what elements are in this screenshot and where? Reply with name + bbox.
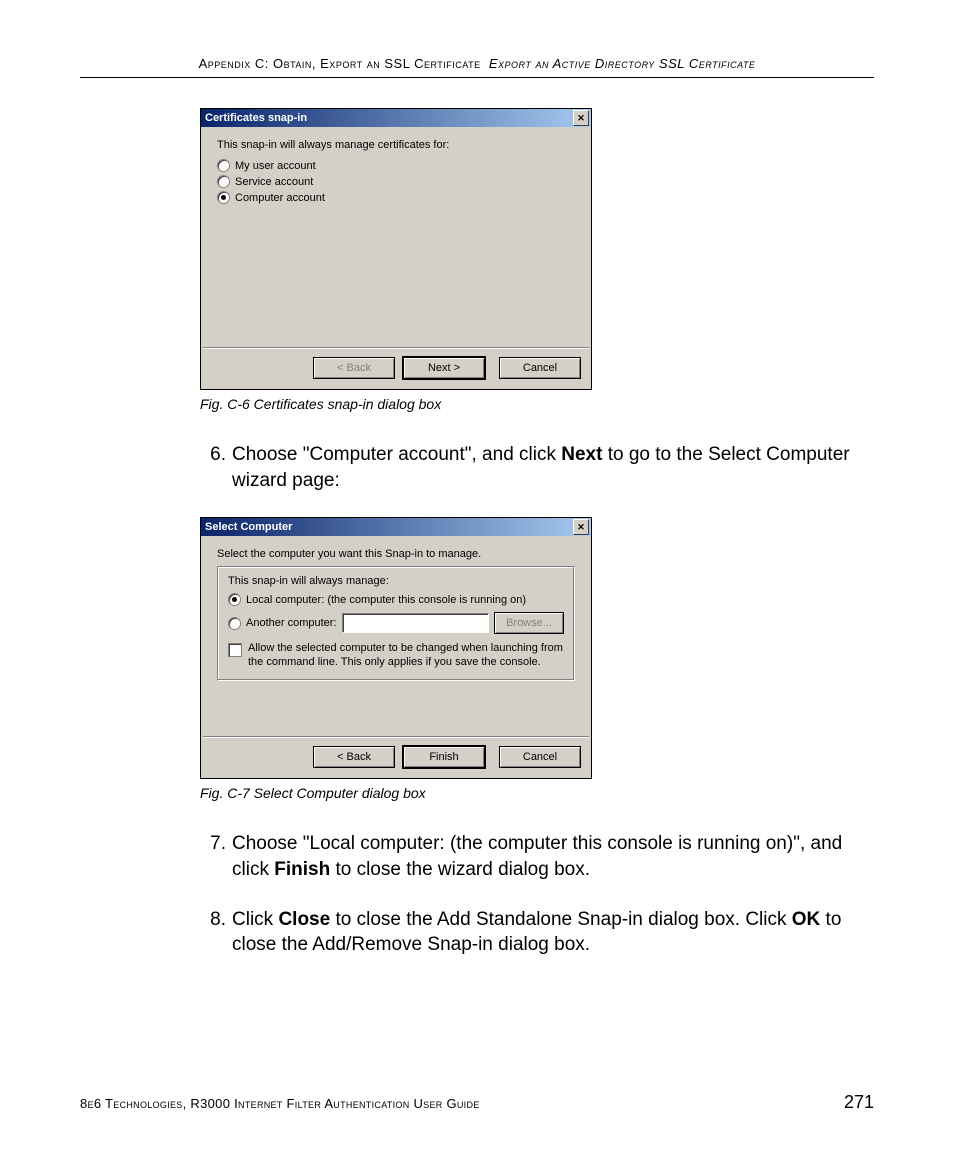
radio-icon bbox=[217, 191, 230, 204]
next-button[interactable]: Next > bbox=[403, 357, 485, 379]
radio-label: Another computer: bbox=[246, 617, 337, 629]
close-icon[interactable]: ✕ bbox=[573, 110, 589, 126]
radio-another-computer[interactable]: Another computer: Browse... bbox=[228, 612, 564, 634]
header-left: Appendix C: Obtain, Export an SSL Certif… bbox=[199, 56, 481, 71]
radio-icon bbox=[217, 175, 230, 188]
radio-my-user-account[interactable]: My user account bbox=[217, 159, 575, 172]
radio-icon bbox=[217, 159, 230, 172]
radio-label: My user account bbox=[235, 160, 316, 172]
close-icon[interactable]: ✕ bbox=[573, 519, 589, 535]
step-7: 7. Choose "Local computer: (the computer… bbox=[200, 831, 864, 882]
step-number: 7. bbox=[200, 831, 232, 882]
content-area: Certificates snap-in ✕ This snap-in will… bbox=[200, 108, 864, 958]
page-number: 271 bbox=[844, 1092, 874, 1113]
step-6-text: Choose "Computer account", and click Nex… bbox=[232, 442, 864, 493]
finish-button[interactable]: Finish bbox=[403, 746, 485, 768]
radio-label: Computer account bbox=[235, 192, 325, 204]
header-rule bbox=[80, 77, 874, 78]
checkbox-label: Allow the selected computer to be change… bbox=[248, 642, 564, 670]
back-button[interactable]: < Back bbox=[313, 746, 395, 768]
step-number: 6. bbox=[200, 442, 232, 493]
another-computer-input[interactable] bbox=[342, 613, 490, 633]
radio-label: Local computer: (the computer this conso… bbox=[246, 594, 526, 606]
dialog1-prompt: This snap-in will always manage certific… bbox=[217, 139, 575, 151]
figure-caption-c7: Fig. C-7 Select Computer dialog box bbox=[200, 785, 864, 801]
dialog1-titlebar: Certificates snap-in ✕ bbox=[201, 109, 591, 127]
page-footer: 8e6 Technologies, R3000 Internet Filter … bbox=[80, 1092, 874, 1113]
cancel-button[interactable]: Cancel bbox=[499, 357, 581, 379]
dialog2-buttons: < Back Finish Cancel bbox=[201, 738, 591, 778]
checkbox-icon bbox=[228, 643, 242, 657]
radio-icon bbox=[228, 617, 241, 630]
radio-service-account[interactable]: Service account bbox=[217, 175, 575, 188]
footer-left: 8e6 Technologies, R3000 Internet Filter … bbox=[80, 1096, 480, 1111]
header-right: Export an Active Directory SSL Certifica… bbox=[489, 56, 756, 71]
dialog1-title: Certificates snap-in bbox=[205, 112, 307, 124]
step-6: 6. Choose "Computer account", and click … bbox=[200, 442, 864, 493]
select-computer-dialog: Select Computer ✕ Select the computer yo… bbox=[200, 517, 592, 779]
figure-caption-c6: Fig. C-6 Certificates snap-in dialog box bbox=[200, 396, 864, 412]
dialog2-groupbox: This snap-in will always manage: Local c… bbox=[217, 566, 575, 681]
step-8: 8. Click Close to close the Add Standalo… bbox=[200, 907, 864, 958]
dialog2-line1: Select the computer you want this Snap-i… bbox=[217, 548, 575, 560]
page-header: Appendix C: Obtain, Export an SSL Certif… bbox=[80, 56, 874, 77]
step-number: 8. bbox=[200, 907, 232, 958]
radio-local-computer[interactable]: Local computer: (the computer this conso… bbox=[228, 593, 564, 606]
step-8-text: Click Close to close the Add Standalone … bbox=[232, 907, 864, 958]
dialog2-titlebar: Select Computer ✕ bbox=[201, 518, 591, 536]
radio-computer-account[interactable]: Computer account bbox=[217, 191, 575, 204]
group-label: This snap-in will always manage: bbox=[228, 575, 564, 587]
back-button[interactable]: < Back bbox=[313, 357, 395, 379]
cancel-button[interactable]: Cancel bbox=[499, 746, 581, 768]
radio-label: Service account bbox=[235, 176, 313, 188]
dialog1-buttons: < Back Next > Cancel bbox=[201, 349, 591, 389]
step-7-text: Choose "Local computer: (the computer th… bbox=[232, 831, 864, 882]
radio-icon bbox=[228, 593, 241, 606]
dialog2-title: Select Computer bbox=[205, 521, 292, 533]
browse-button[interactable]: Browse... bbox=[494, 612, 564, 634]
certificates-snapin-dialog: Certificates snap-in ✕ This snap-in will… bbox=[200, 108, 592, 390]
allow-change-row[interactable]: Allow the selected computer to be change… bbox=[228, 642, 564, 670]
